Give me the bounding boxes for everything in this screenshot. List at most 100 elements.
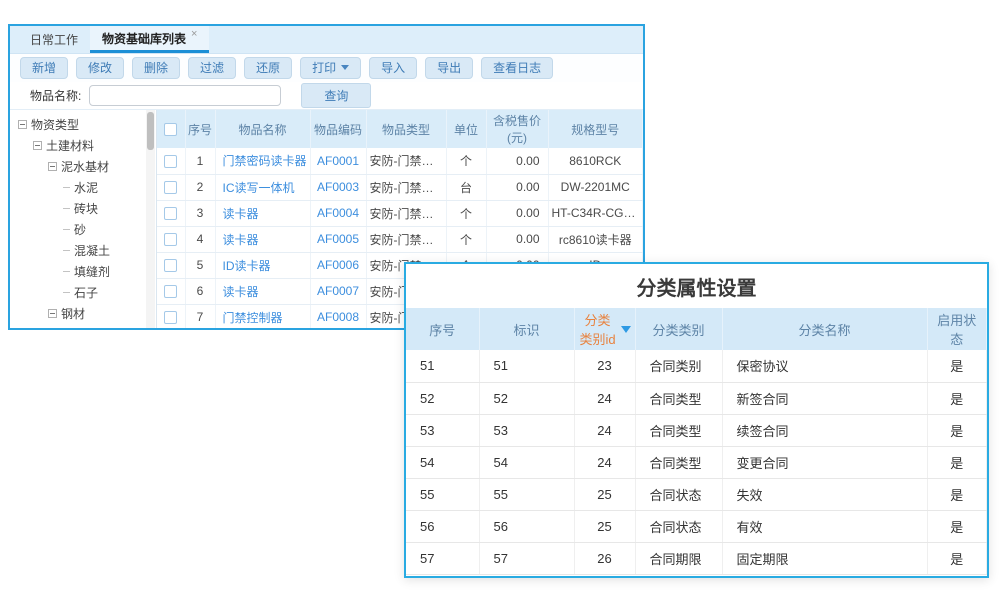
table-row: 565625合同状态有效是 <box>406 510 987 542</box>
collapse-icon[interactable] <box>33 141 42 150</box>
collapse-icon[interactable] <box>48 162 57 171</box>
column-header[interactable]: 物品类型 <box>366 110 446 148</box>
select-all-checkbox[interactable] <box>164 123 177 136</box>
collapse-icon[interactable] <box>48 309 57 318</box>
item-code-link[interactable]: AF0008 <box>317 310 359 324</box>
column-header[interactable]: 分类类别id <box>574 308 635 350</box>
tree-item-label: 砖块 <box>74 200 98 217</box>
column-header[interactable]: 规格型号 <box>548 110 643 148</box>
item-type-cell: 安防-门禁系统 <box>366 226 446 252</box>
seq-cell: 6 <box>185 278 215 304</box>
row-checkbox[interactable] <box>164 311 177 324</box>
tab-daily-work[interactable]: 日常工作 <box>18 26 90 53</box>
category-type-cell: 合同类别 <box>635 350 722 382</box>
item-name-input[interactable] <box>89 85 281 106</box>
column-header[interactable]: 序号 <box>185 110 215 148</box>
column-header[interactable]: 单位 <box>446 110 486 148</box>
ident-cell: 52 <box>479 382 574 414</box>
category-name-cell: 保密协议 <box>722 350 927 382</box>
table-row: 525224合同类型新签合同是 <box>406 382 987 414</box>
tree-scrollbar[interactable] <box>146 110 155 328</box>
item-name-link[interactable]: IC读写一体机 <box>223 181 295 195</box>
column-header-label: 分类类别id <box>579 310 617 348</box>
item-name-link[interactable]: ID读卡器 <box>223 259 271 273</box>
select-all-cell <box>157 110 185 148</box>
items-table-header-row: 序号物品名称物品编码物品类型单位含税售价(元)规格型号 <box>157 110 643 148</box>
row-checkbox[interactable] <box>164 207 177 220</box>
query-button[interactable]: 查询 <box>301 83 371 108</box>
column-header[interactable]: 物品编码 <box>310 110 366 148</box>
toolbar-button-filter[interactable]: 过滤 <box>188 57 236 79</box>
category-name-cell: 变更合同 <box>722 446 927 478</box>
category-type-cell: 合同期限 <box>635 542 722 574</box>
toolbar-button-import[interactable]: 导入 <box>369 57 417 79</box>
tree-item[interactable]: 钢材 <box>10 303 156 324</box>
item-code-link[interactable]: AF0003 <box>317 180 359 194</box>
row-checkbox[interactable] <box>164 285 177 298</box>
tree-connector <box>63 292 70 293</box>
toolbar-button-export[interactable]: 导出 <box>425 57 473 79</box>
collapse-icon[interactable] <box>18 120 27 129</box>
column-header[interactable]: 分类类别 <box>635 308 722 350</box>
column-header[interactable]: 含税售价(元) <box>486 110 548 148</box>
column-header[interactable]: 分类名称 <box>722 308 927 350</box>
tree-item[interactable]: 填缝剂 <box>10 261 156 282</box>
column-header[interactable]: 启用状态 <box>927 308 987 350</box>
table-row: 2IC读写一体机AF0003安防-门禁系统台0.00DW-2201MC <box>157 174 643 200</box>
item-name-link[interactable]: 门禁密码读卡器 <box>223 154 307 168</box>
row-checkbox[interactable] <box>164 181 177 194</box>
category-table-header-row: 序号标识分类类别id 分类类别分类名称启用状态 <box>406 308 987 350</box>
toolbar-button-print[interactable]: 打印 <box>300 57 361 79</box>
enabled-cell: 是 <box>927 414 987 446</box>
row-checkbox[interactable] <box>164 259 177 272</box>
seq-cell: 4 <box>185 226 215 252</box>
item-name-link[interactable]: 读卡器 <box>223 233 259 247</box>
toolbar-button-restore[interactable]: 还原 <box>244 57 292 79</box>
tree-item[interactable]: 泥水基材 <box>10 156 156 177</box>
ident-cell: 57 <box>479 542 574 574</box>
scrollbar-thumb[interactable] <box>147 112 154 150</box>
item-code-link[interactable]: AF0007 <box>317 284 359 298</box>
tree-connector <box>63 208 70 209</box>
tree-item[interactable]: 混凝土 <box>10 240 156 261</box>
item-code-link[interactable]: AF0004 <box>317 206 359 220</box>
row-checkbox[interactable] <box>164 233 177 246</box>
row-checkbox[interactable] <box>164 155 177 168</box>
item-code-link[interactable]: AF0005 <box>317 232 359 246</box>
category-type-cell: 合同状态 <box>635 510 722 542</box>
tree-item-label: 土建材料 <box>46 137 94 154</box>
category-table-body: 515123合同类别保密协议是525224合同类型新签合同是535324合同类型… <box>406 350 987 574</box>
category-type-cell: 合同状态 <box>635 478 722 510</box>
tree-item[interactable]: 砖块 <box>10 198 156 219</box>
spec-cell: rc8610读卡器 <box>548 226 643 252</box>
toolbar-button-new[interactable]: 新增 <box>20 57 68 79</box>
close-icon[interactable]: × <box>191 28 197 40</box>
toolbar-button-view-log[interactable]: 查看日志 <box>481 57 553 79</box>
item-name-cell: 门禁密码读卡器 <box>215 148 310 174</box>
column-header[interactable]: 标识 <box>479 308 574 350</box>
price-cell: 0.00 <box>486 200 548 226</box>
unit-cell: 个 <box>446 200 486 226</box>
tree-item[interactable]: 石子 <box>10 282 156 303</box>
tree-item[interactable]: 钢板 <box>10 324 156 328</box>
column-header[interactable]: 物品名称 <box>215 110 310 148</box>
tree-item[interactable]: 物资类型 <box>10 114 156 135</box>
item-code-link[interactable]: AF0006 <box>317 258 359 272</box>
category-name-cell: 续签合同 <box>722 414 927 446</box>
tree-item[interactable]: 砂 <box>10 219 156 240</box>
tree-item[interactable]: 土建材料 <box>10 135 156 156</box>
item-name-cell: 门禁控制器 <box>215 304 310 328</box>
item-name-link[interactable]: 门禁控制器 <box>223 311 283 325</box>
toolbar-button-edit[interactable]: 修改 <box>76 57 124 79</box>
item-name-link[interactable]: 读卡器 <box>223 207 259 221</box>
item-name-label: 物品名称: <box>30 87 81 104</box>
tab-materials-list[interactable]: 物资基础库列表 × <box>90 26 209 53</box>
price-cell: 0.00 <box>486 226 548 252</box>
sort-arrow-icon[interactable] <box>621 326 631 333</box>
checkbox-cell <box>157 174 185 200</box>
item-code-link[interactable]: AF0001 <box>317 154 359 168</box>
column-header[interactable]: 序号 <box>406 308 479 350</box>
toolbar-button-delete[interactable]: 删除 <box>132 57 180 79</box>
tree-item[interactable]: 水泥 <box>10 177 156 198</box>
item-name-link[interactable]: 读卡器 <box>223 285 259 299</box>
